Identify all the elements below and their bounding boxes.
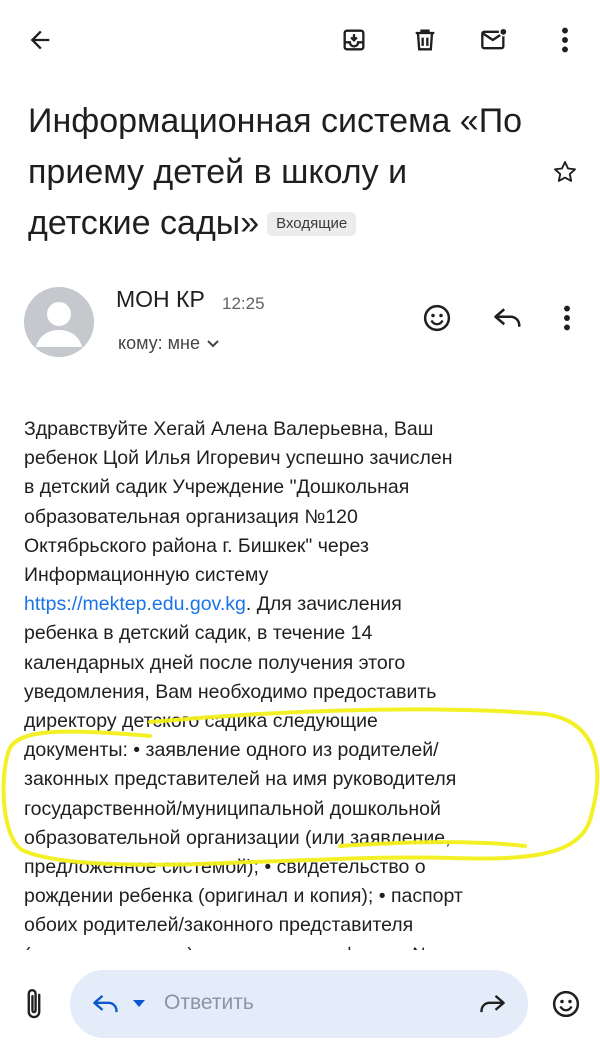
trash-icon[interactable] <box>405 20 445 60</box>
body-line: образовательная организация №120 <box>24 505 358 528</box>
body-line: предложенное системой); • свидетельство … <box>24 856 426 879</box>
add-reaction-icon[interactable] <box>417 298 457 338</box>
mark-unread-icon[interactable] <box>474 20 514 60</box>
chevron-down-icon <box>207 339 219 347</box>
sender-avatar[interactable] <box>24 287 94 357</box>
reply-placeholder[interactable]: Ответить <box>164 991 254 1015</box>
body-line: обоих родителей/законного представителя <box>24 914 414 937</box>
body-line: государственной/муниципальной дошкольной <box>24 797 441 820</box>
body-line: законных представителей на имя руководит… <box>24 768 457 791</box>
caret-down-icon[interactable] <box>128 990 150 1018</box>
body-line: https://mektep.edu.gov.kg. Для зачислени… <box>24 593 402 616</box>
body-line: Информационную систему <box>24 564 269 587</box>
inbox-label-badge[interactable]: Входящие <box>267 212 357 236</box>
more-vert-icon[interactable] <box>545 20 585 60</box>
recipient-details[interactable]: кому: мне <box>118 333 220 354</box>
sender-name[interactable]: МОН КР <box>116 286 205 313</box>
body-line: уведомления, Вам необходимо предоставить <box>24 680 437 703</box>
body-line: Здравствуйте Хегай Алена Валерьевна, Ваш <box>24 418 434 440</box>
more-vert-icon[interactable] <box>550 298 584 338</box>
forward-icon[interactable] <box>472 984 512 1024</box>
archive-icon[interactable] <box>334 20 374 60</box>
body-line: ребенок Цой Илья Игоревич успешно зачисл… <box>24 447 453 470</box>
body-line: в детский садик Учреждение "Дошкольная <box>24 476 410 499</box>
body-link[interactable]: https://mektep.edu.gov.kg <box>24 593 246 615</box>
email-subject: Информационная система «По приему детей … <box>28 96 528 249</box>
email-body: Здравствуйте Хегай Алена Валерьевна, Ваш… <box>24 415 564 970</box>
body-line: документы: • заявление одного из родител… <box>24 739 439 762</box>
body-line: образовательной организации (или заявлен… <box>24 826 451 849</box>
reply-icon[interactable] <box>488 298 528 338</box>
emoji-icon[interactable] <box>546 984 586 1024</box>
sent-time: 12:25 <box>222 294 265 313</box>
body-line: рождении ребенка (оригинал и копия); • п… <box>24 885 463 908</box>
body-line: директору детского садика следующие <box>24 710 378 733</box>
reply-icon[interactable] <box>88 984 124 1024</box>
body-line: календарных дней после получения этого <box>24 651 406 674</box>
body-line: ребенка в детский садик, в течение 14 <box>24 622 373 645</box>
back-arrow-icon[interactable] <box>18 20 62 60</box>
attachment-icon[interactable] <box>14 983 54 1025</box>
star-icon[interactable] <box>545 152 585 192</box>
body-line: Октябрьского района г. Бишкек" через <box>24 534 369 557</box>
recipient-text: кому: мне <box>118 333 200 353</box>
